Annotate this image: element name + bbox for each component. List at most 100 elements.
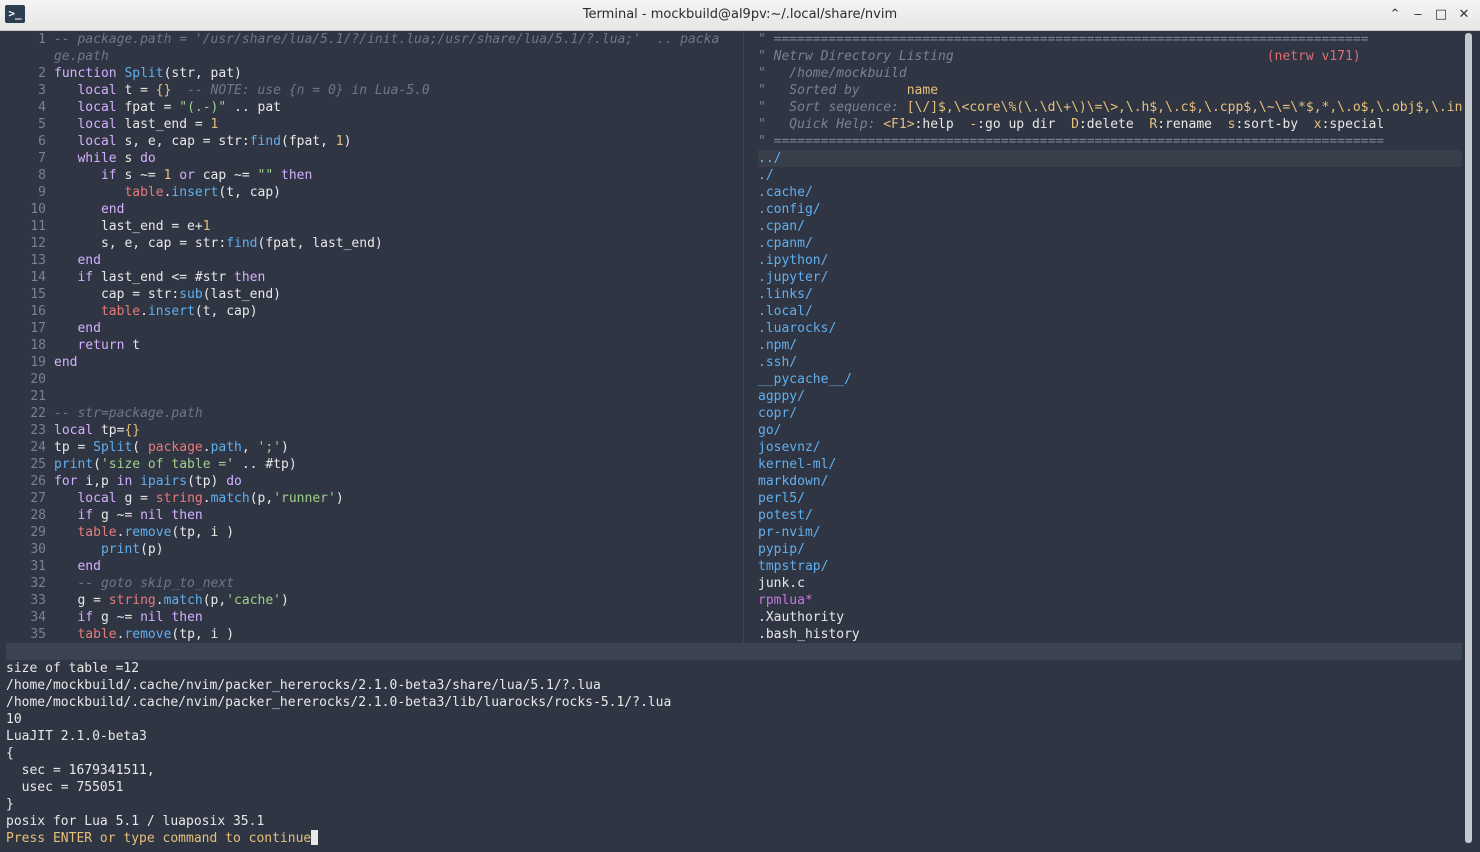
netrw-entries[interactable]: .././.cache/.config/.cpan/.cpanm/.ipytho… xyxy=(758,150,1462,643)
keep-above-icon[interactable]: ⌃ xyxy=(1386,6,1404,24)
editor-line[interactable]: 15 cap = str:sub(last_end) xyxy=(6,286,736,303)
line-number: 18 xyxy=(30,338,46,353)
netrw-directory-entry[interactable]: ./ xyxy=(758,167,1462,184)
netrw-file-entry[interactable]: .Xauthority xyxy=(758,609,1462,626)
line-number: 30 xyxy=(30,542,46,557)
editor-line[interactable]: 34 if g ~= nil then xyxy=(6,609,736,626)
netrw-directory-entry[interactable]: .links/ xyxy=(758,286,1462,303)
netrw-directory-entry[interactable]: .luarocks/ xyxy=(758,320,1462,337)
editor-line[interactable]: 31 end xyxy=(6,558,736,575)
code-token: ipairs xyxy=(140,474,188,489)
scrollbar-thumb[interactable] xyxy=(1465,33,1472,843)
editor-line[interactable]: 5 local last_end = 1 xyxy=(6,116,736,133)
code-token: for xyxy=(54,474,86,489)
editor-line[interactable]: 27 local g = string.match(p,'runner') xyxy=(6,490,736,507)
code-token: local xyxy=(77,100,125,115)
code-token: match xyxy=(210,491,250,506)
editor-line[interactable]: 1 -- package.path = '/usr/share/lua/5.1/?… xyxy=(6,31,736,48)
netrw-pane[interactable]: " ======================================… xyxy=(758,31,1462,643)
editor-line[interactable]: 12 s, e, cap = str:find(fpat, last_end) xyxy=(6,235,736,252)
editor-line[interactable]: 16 table.insert(t, cap) xyxy=(6,303,736,320)
editor-line[interactable]: 4 local fpat = "(.-)" .. pat xyxy=(6,99,736,116)
editor-line[interactable]: 30 print(p) xyxy=(6,541,736,558)
line-number: 23 xyxy=(30,423,46,438)
editor-line[interactable]: 13 end xyxy=(6,252,736,269)
netrw-file-entry[interactable]: .bash_history xyxy=(758,626,1462,643)
editor-line[interactable]: 8 if s ~= 1 or cap ~= "" then xyxy=(6,167,736,184)
editor-line[interactable]: 35 table.remove(tp, i ) xyxy=(6,626,736,643)
netrw-directory-entry[interactable]: .npm/ xyxy=(758,337,1462,354)
editor-pane[interactable]: 1 -- package.path = '/usr/share/lua/5.1/?… xyxy=(6,31,736,643)
editor-line[interactable]: 10 end xyxy=(6,201,736,218)
code-token: ) xyxy=(343,134,352,149)
editor-line[interactable]: 21 xyxy=(6,388,736,405)
netrw-file-entry[interactable]: rpmlua* xyxy=(758,592,1462,609)
netrw-header-line: " /home/mockbuild xyxy=(758,65,1462,82)
title-bar[interactable]: >_ Terminal - mockbuild@al9pv:~/.local/s… xyxy=(0,0,1480,31)
netrw-directory-entry[interactable]: .ssh/ xyxy=(758,354,1462,371)
netrw-directory-entry[interactable]: go/ xyxy=(758,422,1462,439)
netrw-directory-entry[interactable]: josevnz/ xyxy=(758,439,1462,456)
code-token: "" xyxy=(257,168,274,183)
editor-line[interactable]: 2 function Split(str, pat) xyxy=(6,65,736,82)
close-button[interactable]: ✕ xyxy=(1455,6,1473,24)
editor-line[interactable]: 19 end xyxy=(6,354,736,371)
editor-line[interactable]: 14 if last_end <= #str then xyxy=(6,269,736,286)
editor-line[interactable]: 22 -- str=package.path xyxy=(6,405,736,422)
editor-line[interactable]: 18 return t xyxy=(6,337,736,354)
code-token: . xyxy=(202,491,211,506)
netrw-directory-entry[interactable]: .cpan/ xyxy=(758,218,1462,235)
netrw-directory-entry[interactable]: .cpanm/ xyxy=(758,235,1462,252)
editor-line[interactable]: 11 last_end = e+1 xyxy=(6,218,736,235)
terminal-scrollbar[interactable] xyxy=(1464,31,1474,846)
netrw-directory-entry[interactable]: copr/ xyxy=(758,405,1462,422)
maximize-button[interactable]: □ xyxy=(1432,6,1450,24)
code-token: s ~= xyxy=(124,168,164,183)
code-token: then xyxy=(234,270,266,285)
netrw-directory-entry[interactable]: .ipython/ xyxy=(758,252,1462,269)
editor-line[interactable]: 29 table.remove(tp, i ) xyxy=(6,524,736,541)
editor-line[interactable]: 3 local t = {} -- NOTE: use {n = 0} in L… xyxy=(6,82,736,99)
netrw-directory-entry[interactable]: perl5/ xyxy=(758,490,1462,507)
editor-line[interactable]: 7 while s do xyxy=(6,150,736,167)
output-line: /home/mockbuild/.cache/nvim/packer_herer… xyxy=(6,695,672,710)
editor-line[interactable]: 28 if g ~= nil then xyxy=(6,507,736,524)
editor-line[interactable]: 20 xyxy=(6,371,736,388)
editor-line[interactable]: 9 table.insert(t, cap) xyxy=(6,184,736,201)
editor-line[interactable]: 32 -- goto skip_to_next xyxy=(6,575,736,592)
netrw-directory-entry[interactable]: pr-nvim/ xyxy=(758,524,1462,541)
code-token: g = xyxy=(124,491,156,506)
netrw-file-entry[interactable]: junk.c xyxy=(758,575,1462,592)
netrw-directory-entry[interactable]: .config/ xyxy=(758,201,1462,218)
code-token: i,p xyxy=(85,474,117,489)
editor-line[interactable]: 24 tp = Split( package.path, ';') xyxy=(6,439,736,456)
minimize-button[interactable]: ‒ xyxy=(1409,6,1427,24)
editor-line[interactable]: ge.path xyxy=(6,48,736,65)
code-text: cap = str:sub(last_end) xyxy=(46,286,281,303)
netrw-directory-entry[interactable]: tmpstrap/ xyxy=(758,558,1462,575)
netrw-directory-entry[interactable]: __pycache__/ xyxy=(758,371,1462,388)
code-token: find xyxy=(226,236,258,251)
continue-prompt[interactable]: Press ENTER or type command to continue xyxy=(6,830,1462,846)
line-number: 7 xyxy=(38,151,46,166)
code-text: if last_end <= #str then xyxy=(46,269,265,286)
netrw-directory-entry[interactable]: .local/ xyxy=(758,303,1462,320)
netrw-directory-entry[interactable]: ../ xyxy=(758,150,1462,167)
editor-line[interactable]: 23 local tp={} xyxy=(6,422,736,439)
editor-line[interactable]: 17 end xyxy=(6,320,736,337)
netrw-directory-entry[interactable]: pypip/ xyxy=(758,541,1462,558)
netrw-directory-entry[interactable]: potest/ xyxy=(758,507,1462,524)
netrw-directory-entry[interactable]: agppy/ xyxy=(758,388,1462,405)
netrw-header-line: " ======================================… xyxy=(758,133,1462,150)
netrw-directory-entry[interactable]: .jupyter/ xyxy=(758,269,1462,286)
editor-line[interactable]: 26 for i,p in ipairs(tp) do xyxy=(6,473,736,490)
editor-line[interactable]: 6 local s, e, cap = str:find(fpat, 1) xyxy=(6,133,736,150)
netrw-directory-entry[interactable]: .cache/ xyxy=(758,184,1462,201)
netrw-directory-entry[interactable]: kernel-ml/ xyxy=(758,456,1462,473)
editor-line[interactable]: 33 g = string.match(p,'cache') xyxy=(6,592,736,609)
editor-line[interactable]: 25 print('size of table =' .. #tp) xyxy=(6,456,736,473)
terminal-area[interactable]: 1 -- package.path = '/usr/share/lua/5.1/?… xyxy=(6,31,1462,846)
netrw-header: " ======================================… xyxy=(758,31,1462,150)
netrw-directory-entry[interactable]: markdown/ xyxy=(758,473,1462,490)
